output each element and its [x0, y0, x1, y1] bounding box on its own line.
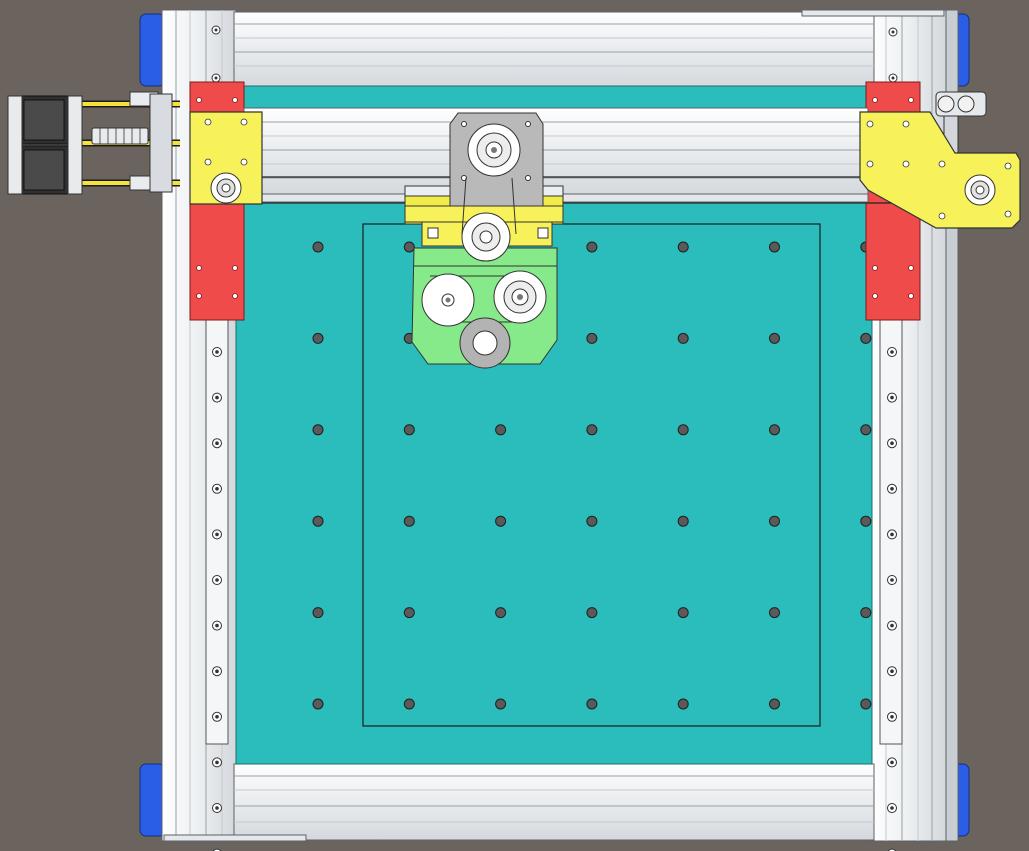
- rail-hole-center: [890, 532, 894, 537]
- bed-hole: [403, 607, 415, 619]
- bottom-extrusion: [233, 763, 875, 841]
- bed-hole: [860, 698, 872, 710]
- bed-hole: [586, 332, 598, 344]
- left-z-pulley: [421, 273, 475, 327]
- cnc-router-drawing: [7, 9, 1021, 851]
- rail-hole-center: [215, 350, 219, 354]
- bed-hole: [495, 424, 507, 436]
- rail-hole-center: [215, 532, 219, 537]
- bed-hole: [677, 424, 689, 436]
- rail-hole-center: [890, 760, 894, 765]
- bed-hole: [769, 698, 780, 710]
- rail-hole-center: [215, 623, 219, 628]
- rail-hole-center: [215, 760, 219, 765]
- foot-top-left: [139, 13, 166, 87]
- foot-bottom-left: [139, 763, 166, 837]
- bed-hole: [769, 424, 780, 436]
- bed-hole: [312, 332, 324, 344]
- left-gantry-pulley: [210, 172, 242, 204]
- rail-hole-center: [890, 578, 894, 582]
- bed-hole: [860, 607, 872, 619]
- bed-hole: [860, 332, 872, 344]
- bed-hole: [860, 515, 872, 527]
- top-extrusion: [233, 11, 875, 87]
- rail-hole-center: [890, 395, 894, 400]
- bed-hole: [312, 698, 324, 710]
- bed-hole: [312, 515, 324, 527]
- bed-hole: [769, 332, 780, 344]
- rail-hole-center: [890, 623, 894, 628]
- bed-hole: [495, 515, 507, 527]
- rail-hole-center: [890, 487, 894, 491]
- right-gantry-pulley: [964, 174, 996, 206]
- bed-hole: [403, 241, 415, 253]
- bed-hole: [769, 241, 780, 253]
- right-z-pulley: [493, 270, 547, 324]
- bed-hole: [586, 515, 598, 527]
- bed-hole: [403, 698, 415, 710]
- bed-hole: [677, 515, 689, 527]
- rail-hole-center: [215, 669, 219, 673]
- bed-hole: [586, 607, 598, 619]
- rail-hole-center: [890, 441, 894, 446]
- bed-hole: [586, 241, 598, 253]
- rail-hole-center: [215, 441, 219, 446]
- bed-hole: [677, 698, 689, 710]
- stepper-motors: [7, 91, 180, 195]
- bed-hole: [677, 241, 689, 253]
- rail-hole-center: [890, 669, 894, 673]
- top-pulley: [467, 123, 521, 177]
- gantry-extrusion: [243, 107, 869, 195]
- bed-hole: [769, 515, 780, 527]
- rail-hole-center: [215, 578, 219, 582]
- rail-hole-center: [215, 806, 219, 810]
- bed-hole: [769, 607, 780, 619]
- spindle-bearing: [459, 317, 511, 369]
- rail-hole-center: [215, 395, 219, 400]
- rail-hole-center: [215, 487, 219, 491]
- cad-viewport: [0, 0, 1029, 851]
- rail-hole-center: [890, 715, 894, 719]
- bed-hole: [312, 424, 324, 436]
- bed-hole: [677, 607, 689, 619]
- bed-hole: [312, 607, 324, 619]
- bed-hole: [586, 698, 598, 710]
- bed-hole: [403, 424, 415, 436]
- rail-hole-center: [215, 715, 219, 719]
- bed-hole: [495, 698, 507, 710]
- bed-hole: [677, 332, 689, 344]
- bed-hole: [495, 607, 507, 619]
- bed-hole: [403, 515, 415, 527]
- bed-hole: [312, 241, 324, 253]
- bed-hole: [586, 424, 598, 436]
- rail-hole-center: [890, 806, 894, 810]
- rail-hole-center: [890, 350, 894, 354]
- mid-pulley: [461, 212, 511, 262]
- bed-hole: [860, 424, 872, 436]
